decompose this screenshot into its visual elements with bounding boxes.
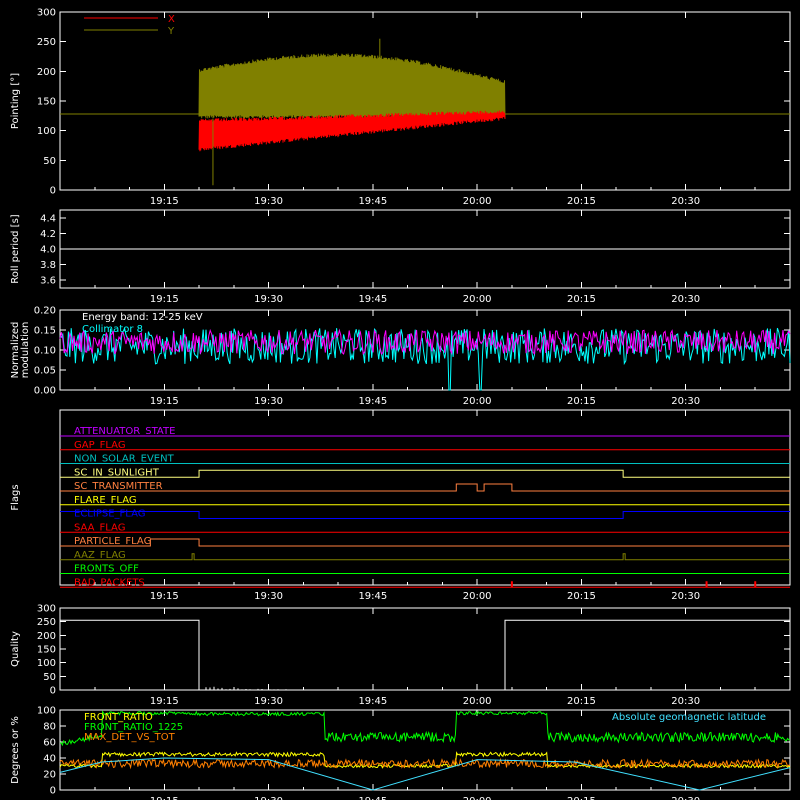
y-tick-label: 100 bbox=[37, 658, 56, 669]
x-tick-label: 20:00 bbox=[463, 696, 492, 707]
y-tick-label: 0 bbox=[50, 686, 56, 697]
y-tick-label: 3.6 bbox=[40, 276, 56, 287]
y-tick-label: 100 bbox=[37, 126, 56, 137]
y-tick-label: 100 bbox=[37, 706, 56, 717]
x-tick-label: 20:00 bbox=[463, 591, 492, 602]
x-tick-label: 19:45 bbox=[358, 591, 387, 602]
y-tick-label: 200 bbox=[37, 67, 56, 78]
flag-label: ECLIPSE_FLAG bbox=[74, 509, 145, 520]
flag-label: ATTENUATOR_STATE bbox=[74, 426, 175, 437]
flag-label: SAA_FLAG bbox=[74, 522, 125, 533]
y-tick-label: 50 bbox=[43, 672, 56, 683]
x-tick-label: 20:15 bbox=[567, 696, 596, 707]
x-tick-label: 20:00 bbox=[463, 396, 492, 407]
legend-label: X bbox=[168, 14, 175, 25]
y-axis-label: Flags bbox=[10, 484, 21, 510]
x-tick-label: 20:00 bbox=[463, 294, 492, 305]
x-tick-label: 19:15 bbox=[150, 196, 179, 207]
x-tick-label: 19:30 bbox=[254, 196, 283, 207]
x-tick-label: 19:15 bbox=[150, 696, 179, 707]
x-tick-label: 19:45 bbox=[358, 396, 387, 407]
y-tick-label: 50 bbox=[43, 156, 56, 167]
y-tick-label: 0 bbox=[50, 786, 56, 797]
x-tick-label: 20:30 bbox=[671, 196, 700, 207]
y-axis-label: Degrees or % bbox=[10, 716, 21, 784]
flag-label: FLARE_FLAG bbox=[74, 495, 137, 506]
legend-label: MAX_DET_VS_TOT bbox=[84, 732, 176, 743]
y-tick-label: 0.20 bbox=[34, 306, 56, 317]
y-tick-label: 0.05 bbox=[34, 366, 56, 377]
x-tick-label: 20:30 bbox=[671, 396, 700, 407]
x-tick-label: 20:30 bbox=[671, 796, 700, 800]
flag-label: SC_IN_SUNLIGHT bbox=[74, 467, 160, 478]
y-tick-label: 4.0 bbox=[40, 245, 56, 256]
y-tick-label: 80 bbox=[43, 722, 56, 733]
x-tick-label: 20:30 bbox=[671, 696, 700, 707]
y-tick-label: 3.8 bbox=[40, 260, 56, 271]
y-tick-label: 300 bbox=[37, 8, 56, 19]
x-tick-label: 19:30 bbox=[254, 294, 283, 305]
x-tick-label: 20:15 bbox=[567, 196, 596, 207]
x-tick-label: 20:00 bbox=[463, 796, 492, 800]
y-tick-label: 0.00 bbox=[34, 386, 56, 397]
x-tick-label: 19:30 bbox=[254, 696, 283, 707]
y-tick-label: 250 bbox=[37, 617, 56, 628]
x-tick-label: 20:30 bbox=[671, 591, 700, 602]
x-tick-label: 19:30 bbox=[254, 591, 283, 602]
summary-plot: 19:15 19:30 19:45 20:00 20:15 20:30 Pointing [… bbox=[0, 0, 800, 800]
flag-label: PARTICLE_FLAG bbox=[74, 536, 151, 547]
x-tick-label: 19:45 bbox=[358, 196, 387, 207]
y-axis-label: Pointing [°] bbox=[10, 73, 21, 129]
flag-label: AAZ_FLAG bbox=[74, 550, 126, 561]
x-tick-label: 19:45 bbox=[358, 796, 387, 800]
x-tick-label: 20:15 bbox=[567, 396, 596, 407]
y-tick-label: 0.10 bbox=[34, 346, 56, 357]
x-tick-label: 19:15 bbox=[150, 591, 179, 602]
y-tick-label: 40 bbox=[43, 754, 56, 765]
x-tick-label: 20:30 bbox=[671, 294, 700, 305]
y-tick-label: 150 bbox=[37, 645, 56, 656]
x-tick-label: 20:15 bbox=[567, 294, 596, 305]
x-tick-label: 19:30 bbox=[254, 796, 283, 800]
flag-label: SC_TRANSMITTER bbox=[74, 481, 163, 492]
y-axis-label: modulation bbox=[20, 322, 31, 379]
x-tick-label: 19:15 bbox=[150, 294, 179, 305]
x-tick-label: 19:15 bbox=[150, 396, 179, 407]
x-tick-label: 20:00 bbox=[463, 196, 492, 207]
latitude-label: Absolute geomagnetic latitude bbox=[612, 712, 766, 723]
y-tick-label: 0 bbox=[50, 186, 56, 197]
x-tick-label: 19:15 bbox=[150, 796, 179, 800]
x-tick-label: 19:30 bbox=[254, 396, 283, 407]
x-tick-label: 20:15 bbox=[567, 591, 596, 602]
x-tick-label: 20:15 bbox=[567, 796, 596, 800]
flag-label: NON_SOLAR_EVENT bbox=[74, 454, 175, 465]
flag-label: GAP_FLAG bbox=[74, 440, 126, 451]
y-tick-label: 300 bbox=[37, 604, 56, 615]
y-tick-label: 0.15 bbox=[34, 326, 56, 337]
y-axis-label: Quality bbox=[10, 631, 21, 667]
y-axis-label: Roll period [s] bbox=[10, 214, 21, 283]
flag-label: BAD_PACKETS bbox=[74, 577, 145, 588]
y-tick-label: 250 bbox=[37, 37, 56, 48]
collimator-label: Collimator 8 bbox=[82, 324, 143, 335]
y-tick-label: 200 bbox=[37, 631, 56, 642]
y-tick-label: 60 bbox=[43, 738, 56, 749]
y-tick-label: 20 bbox=[43, 770, 56, 781]
legend-label: Y bbox=[167, 26, 175, 37]
y-tick-label: 4.4 bbox=[40, 213, 56, 224]
x-tick-label: 19:45 bbox=[358, 696, 387, 707]
y-tick-label: 4.2 bbox=[40, 229, 56, 240]
flag-label: FRONTS_OFF bbox=[74, 564, 139, 575]
energy-band-label: Energy band: 12-25 keV bbox=[82, 312, 203, 323]
x-tick-label: 19:45 bbox=[358, 294, 387, 305]
y-tick-label: 150 bbox=[37, 97, 56, 108]
